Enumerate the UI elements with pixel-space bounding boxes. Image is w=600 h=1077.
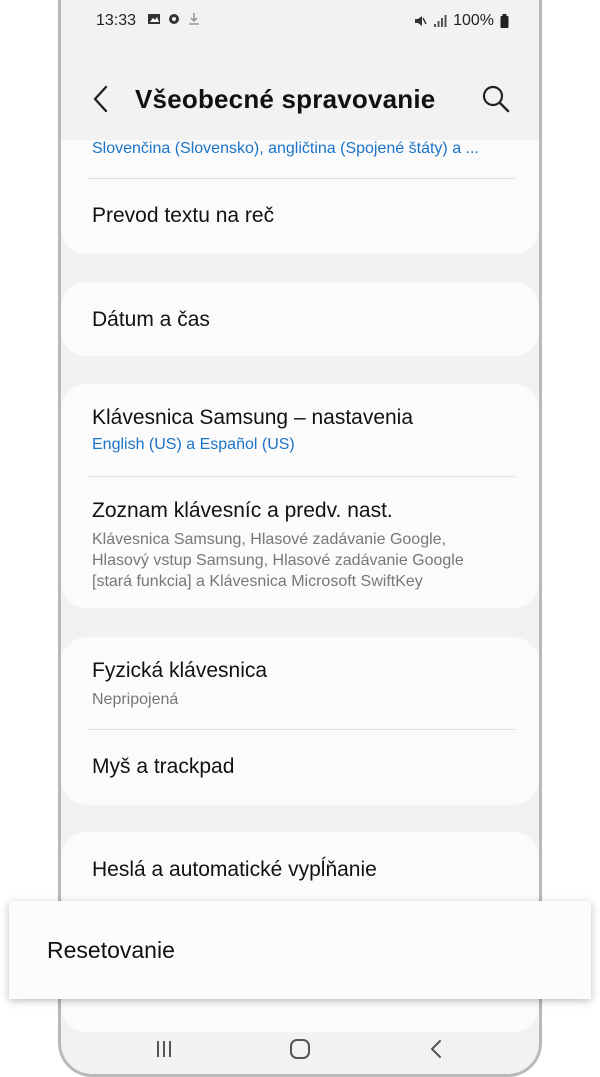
languages-summary: Slovenčina (Slovensko), angličtina (Spoj…: [92, 140, 479, 157]
recents-icon[interactable]: [149, 1034, 179, 1064]
download-icon: [189, 13, 199, 25]
home-icon[interactable]: [285, 1034, 315, 1064]
list-item-passwords[interactable]: Heslá a automatické vypĺňanie: [92, 858, 515, 882]
battery-percent: 100%: [453, 12, 494, 29]
list-item-keyboard-list[interactable]: Zoznam klávesníc a predv. nast. Klávesni…: [92, 499, 515, 592]
reset-menu-item[interactable]: Resetovanie: [9, 901, 591, 999]
settings-card-language: Slovenčina (Slovensko), angličtina (Spoj…: [61, 140, 539, 254]
status-time: 13:33: [96, 12, 137, 29]
keyboard-list-summary-line: [stará funkcia] a Klávesnica Microsoft S…: [92, 573, 423, 590]
keyboard-list-summary-line: Klávesnica Samsung, Hlasové zadávanie Go…: [92, 531, 446, 548]
navigation-bar: [61, 1020, 539, 1070]
settings-card-input-devices: Fyzická klávesnica Nepripojená Myš a tra…: [61, 637, 539, 805]
samsung-keyboard-languages: English (US) a Español (US): [92, 436, 295, 453]
samsung-keyboard-label: Klávesnica Samsung – nastavenia: [92, 406, 414, 429]
list-item-physical-keyboard[interactable]: Fyzická klávesnica Nepripojená: [92, 659, 515, 710]
gear-icon: [169, 14, 179, 24]
image-icon: [148, 14, 160, 24]
passwords-label: Heslá a automatické vypĺňanie: [92, 858, 377, 881]
physical-keyboard-status: Nepripojená: [92, 691, 179, 708]
mute-icon: [415, 16, 427, 26]
list-item-languages[interactable]: Slovenčina (Slovensko), angličtina (Spoj…: [92, 140, 515, 158]
divider: [87, 729, 515, 730]
list-item-tts[interactable]: Prevod textu na reč: [92, 204, 515, 228]
signal-icon: [434, 15, 447, 27]
datetime-label: Dátum a čas: [92, 308, 210, 331]
divider: [87, 476, 515, 477]
status-bar: 13:33 100%: [61, 8, 539, 36]
search-icon[interactable]: [479, 82, 513, 116]
tts-label: Prevod textu na reč: [92, 204, 275, 227]
chevron-left-icon[interactable]: [89, 82, 113, 116]
keyboard-list-summary: Klávesnica Samsung, Hlasové zadávanie Go…: [92, 529, 515, 592]
mouse-trackpad-label: Myš a trackpad: [92, 755, 235, 778]
settings-card-datetime: Dátum a čas: [61, 282, 539, 356]
battery-icon: [500, 14, 509, 28]
list-item-datetime[interactable]: Dátum a čas: [92, 308, 515, 332]
back-icon[interactable]: [422, 1034, 452, 1064]
page-title: Všeobecné spravovanie: [135, 84, 436, 114]
list-item-mouse-trackpad[interactable]: Myš a trackpad: [92, 755, 515, 779]
divider: [87, 178, 515, 179]
keyboard-list-summary-line: Hlasový vstup Samsung, Hlasové zadávanie…: [92, 552, 464, 569]
list-item-samsung-keyboard[interactable]: Klávesnica Samsung – nastavenia English …: [92, 406, 515, 454]
physical-keyboard-label: Fyzická klávesnica: [92, 659, 268, 682]
settings-card-keyboard: Klávesnica Samsung – nastavenia English …: [61, 384, 539, 608]
reset-label: Resetovanie: [47, 937, 175, 963]
app-bar: Všeobecné spravovanie: [61, 70, 539, 130]
keyboard-list-label: Zoznam klávesníc a predv. nast.: [92, 499, 393, 522]
